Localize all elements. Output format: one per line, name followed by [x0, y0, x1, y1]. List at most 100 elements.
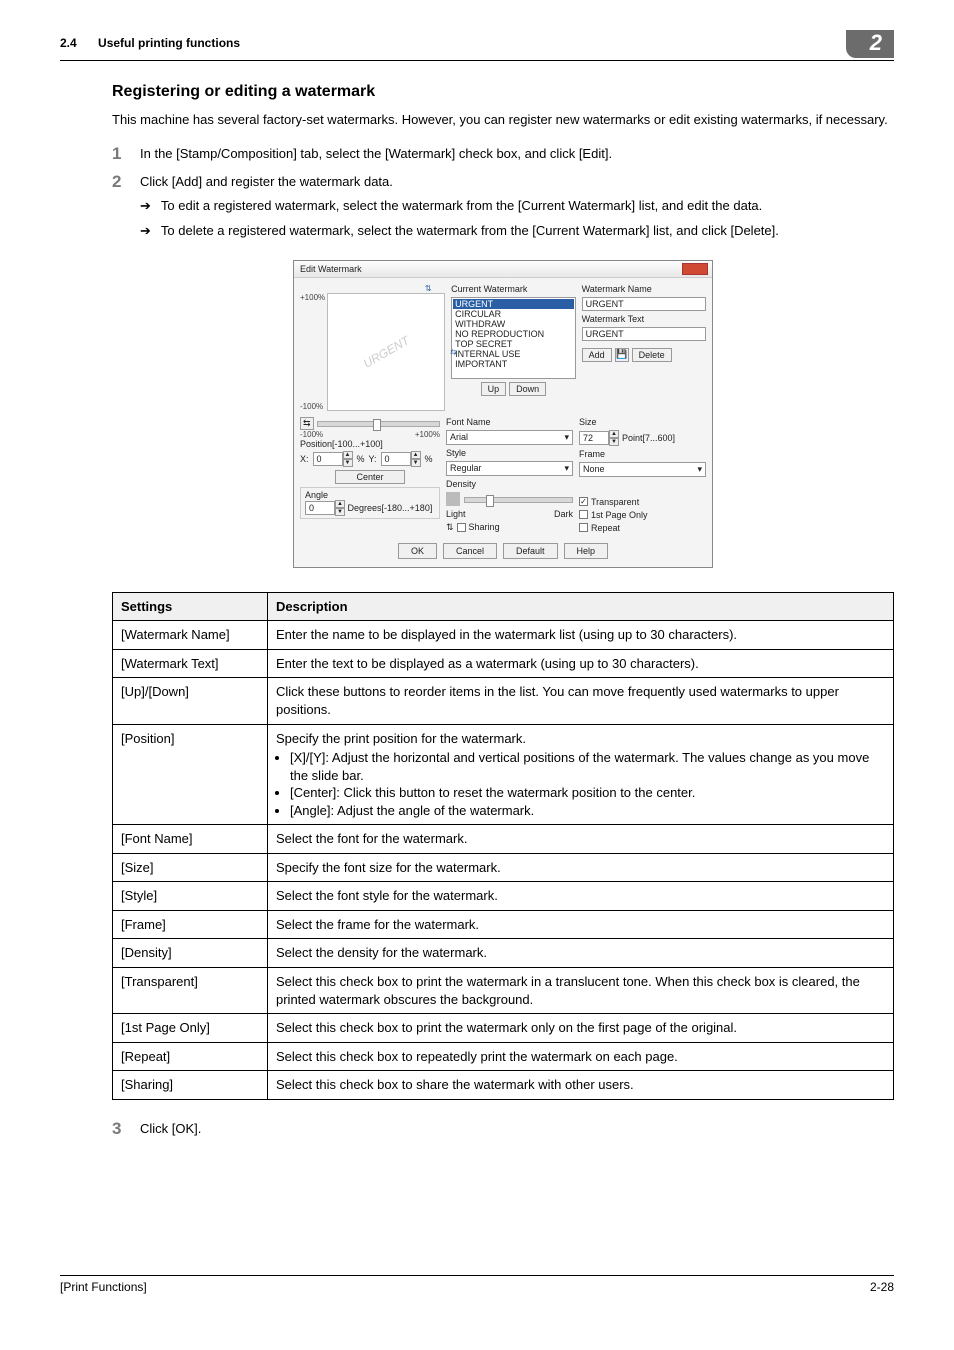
transparent-checkbox[interactable]: ✓: [579, 497, 588, 506]
intro-paragraph: This machine has several factory-set wat…: [112, 111, 894, 129]
section-title: Useful printing functions: [98, 36, 240, 50]
table-row: [Size]Specify the font size for the wate…: [113, 853, 894, 882]
position-label: Position[-100...+100]: [300, 439, 383, 449]
chevron-down-icon: ▾: [564, 463, 569, 474]
footer-left: [Print Functions]: [60, 1280, 147, 1294]
ruler-icon: ⇅: [425, 284, 432, 293]
table-row: [Repeat]Select this check box to repeate…: [113, 1042, 894, 1071]
page-header: 2.4 Useful printing functions 2: [60, 30, 894, 61]
table-row: [1st Page Only]Select this check box to …: [113, 1014, 894, 1043]
subheading: Registering or editing a watermark: [112, 83, 894, 101]
style-label: Style: [446, 448, 573, 458]
table-row: [Watermark Text]Enter the text to be dis…: [113, 649, 894, 678]
size-input[interactable]: 72▲▼: [579, 430, 619, 446]
step-2: 2 Click [Add] and register the watermark…: [112, 173, 894, 246]
current-watermark-label: Current Watermark: [451, 284, 575, 294]
size-range-label: Point[7...600]: [622, 433, 675, 443]
frame-select[interactable]: None▾: [579, 462, 706, 477]
table-row: [Density]Select the density for the wate…: [113, 939, 894, 968]
table-row: [Sharing]Select this check box to share …: [113, 1071, 894, 1100]
watermark-name-label: Watermark Name: [582, 284, 706, 294]
default-button[interactable]: Default: [503, 543, 558, 559]
density-light-label: Light: [446, 509, 466, 519]
down-button[interactable]: Down: [509, 382, 546, 396]
ruler-icon: ⇆: [300, 417, 314, 430]
table-row: [Watermark Name]Enter the name to be dis…: [113, 621, 894, 650]
table-row: [Transparent]Select this check box to pr…: [113, 968, 894, 1014]
step-sub-bullet: To edit a registered watermark, select t…: [161, 197, 762, 215]
angle-input[interactable]: 0▲▼: [305, 500, 345, 516]
step-text: Click [OK].: [140, 1120, 894, 1139]
section-number: 2.4: [60, 36, 77, 50]
page-footer: [Print Functions] 2-28: [60, 1275, 894, 1294]
footer-right: 2-28: [870, 1280, 894, 1294]
x-label: X:: [300, 454, 309, 464]
table-row: [Frame]Select the frame for the watermar…: [113, 910, 894, 939]
dialog-title: Edit Watermark: [300, 264, 362, 274]
x-input[interactable]: 0▲▼: [313, 451, 353, 467]
watermark-text-input[interactable]: URGENT: [582, 327, 706, 341]
density-slider[interactable]: [464, 497, 573, 503]
center-button[interactable]: Center: [335, 470, 404, 484]
list-item[interactable]: IMPORTANT: [453, 359, 573, 369]
preview-text: URGENT: [361, 333, 412, 370]
first-page-checkbox[interactable]: [579, 510, 588, 519]
list-item[interactable]: WITHDRAW: [453, 319, 573, 329]
add-button[interactable]: Add: [582, 348, 612, 362]
scale-label: -100%: [300, 402, 325, 411]
help-button[interactable]: Help: [564, 543, 609, 559]
angle-unit: Degrees[-180...+180]: [348, 503, 433, 513]
list-item[interactable]: TOP SECRET: [453, 339, 573, 349]
step-number: 1: [112, 145, 140, 164]
save-icon[interactable]: 💾: [615, 348, 629, 362]
style-select[interactable]: Regular▾: [446, 461, 573, 476]
ok-button[interactable]: OK: [398, 543, 437, 559]
step-text: In the [Stamp/Composition] tab, select t…: [140, 145, 894, 164]
step-3: 3 Click [OK].: [112, 1120, 894, 1139]
step-text: Click [Add] and register the watermark d…: [140, 174, 393, 189]
table-header-description: Description: [268, 592, 894, 621]
list-item[interactable]: CIRCULAR: [453, 309, 573, 319]
scale-label: +100%: [300, 293, 325, 302]
density-swatch: [446, 492, 460, 506]
scale-label: +100%: [415, 430, 440, 439]
density-label: Density: [446, 479, 573, 489]
edit-watermark-dialog: Edit Watermark ⇅ +100: [293, 260, 713, 568]
first-page-label: 1st Page Only: [591, 510, 648, 520]
watermark-preview: URGENT ⇆: [327, 293, 445, 411]
list-item[interactable]: INTERNAL USE: [453, 349, 573, 359]
ruler-icon: ⇅: [446, 522, 454, 533]
list-item[interactable]: NO REPRODUCTION: [453, 329, 573, 339]
frame-label: Frame: [579, 449, 706, 459]
repeat-checkbox[interactable]: [579, 523, 588, 532]
table-header-settings: Settings: [113, 592, 268, 621]
current-watermark-list[interactable]: URGENT CIRCULAR WITHDRAW NO REPRODUCTION…: [451, 297, 575, 379]
angle-label: Angle: [305, 490, 328, 500]
settings-table: Settings Description [Watermark Name]Ent…: [112, 592, 894, 1100]
sharing-label: Sharing: [469, 522, 500, 532]
up-button[interactable]: Up: [481, 382, 507, 396]
y-label: Y:: [369, 454, 377, 464]
font-name-select[interactable]: Arial▾: [446, 430, 573, 445]
step-sub-bullet: To delete a registered watermark, select…: [161, 222, 779, 240]
sharing-checkbox[interactable]: [457, 523, 466, 532]
ruler-icon: ⇆: [449, 347, 456, 356]
delete-button[interactable]: Delete: [632, 348, 672, 362]
table-row: [Up]/[Down]Click these buttons to reorde…: [113, 678, 894, 724]
chevron-down-icon: ▾: [697, 464, 702, 475]
position-x-slider[interactable]: [317, 421, 440, 427]
size-label: Size: [579, 417, 706, 427]
y-input[interactable]: 0▲▼: [381, 451, 421, 467]
cancel-button[interactable]: Cancel: [443, 543, 497, 559]
watermark-name-input[interactable]: URGENT: [582, 297, 706, 311]
list-item[interactable]: URGENT: [453, 299, 573, 309]
repeat-label: Repeat: [591, 523, 620, 533]
step-1: 1 In the [Stamp/Composition] tab, select…: [112, 145, 894, 164]
chevron-down-icon: ▾: [564, 432, 569, 443]
watermark-text-label: Watermark Text: [582, 314, 706, 324]
step-number: 2: [112, 173, 140, 246]
scale-label: -100%: [300, 430, 323, 439]
table-row: [Position] Specify the print position fo…: [113, 724, 894, 825]
close-icon[interactable]: [682, 263, 708, 275]
step-number: 3: [112, 1120, 140, 1139]
